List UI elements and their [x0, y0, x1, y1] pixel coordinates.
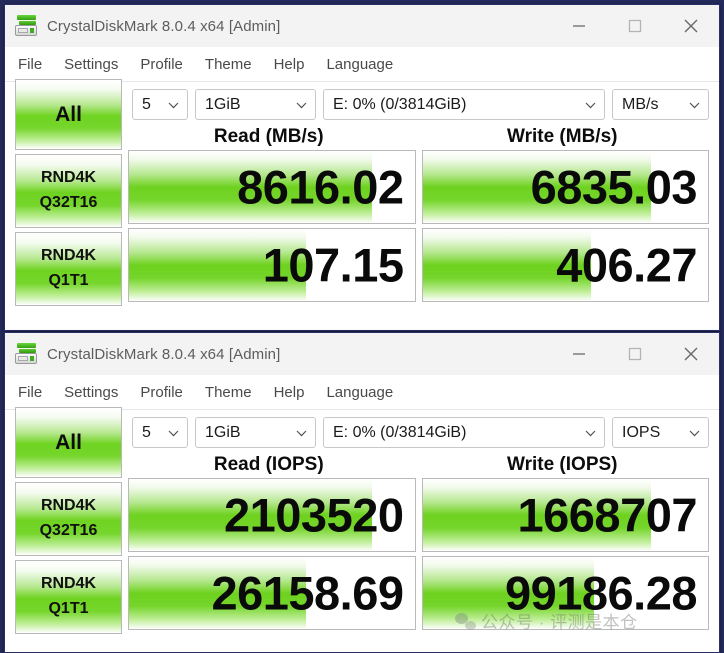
- row-label-rnd4k-q32t16[interactable]: RND4K Q32T16: [15, 154, 122, 228]
- all-button[interactable]: All: [15, 407, 122, 478]
- row-label-line1: RND4K: [40, 247, 97, 265]
- row-label-line1: RND4K: [40, 497, 97, 515]
- close-icon[interactable]: [663, 333, 719, 375]
- result-cell-read-rnd4k-q1t1: 26158.69: [128, 556, 416, 630]
- window-body: 5 1GiB E: 0% (0/3814GiB): [5, 79, 719, 315]
- menu-item-language[interactable]: Language: [326, 56, 393, 73]
- window-controls: [551, 333, 719, 375]
- crystaldiskmark-window-iops[interactable]: CrystalDiskMark 8.0.4 x64 [Admin] File S…: [4, 332, 720, 653]
- drive-select-value: E: 0% (0/3814GiB): [333, 95, 467, 113]
- window-title: CrystalDiskMark 8.0.4 x64 [Admin]: [47, 17, 281, 35]
- test-count-dropdown[interactable]: 5: [132, 89, 188, 120]
- unit-select-dropdown[interactable]: IOPS: [612, 417, 709, 448]
- result-value: 107.15: [262, 238, 404, 292]
- drive-select-dropdown[interactable]: E: 0% (0/3814GiB): [323, 89, 605, 120]
- test-count-dropdown[interactable]: 5: [132, 417, 188, 448]
- chevron-down-icon: [168, 424, 179, 442]
- result-value: 406.27: [556, 238, 697, 292]
- test-size-dropdown[interactable]: 1GiB: [195, 89, 316, 120]
- close-icon[interactable]: [663, 5, 719, 47]
- menu-item-settings[interactable]: Settings: [64, 56, 118, 73]
- all-button-label: All: [55, 430, 82, 454]
- crystaldiskmark-disk-icon: [15, 343, 37, 365]
- minimize-icon[interactable]: [551, 5, 607, 47]
- result-cell-write-rnd4k-q32t16: 1668707: [421, 478, 709, 552]
- crystaldiskmark-window-mbs[interactable]: CrystalDiskMark 8.0.4 x64 [Admin] File S…: [4, 4, 720, 331]
- result-cell-write-rnd4k-q32t16: 6835.03: [421, 150, 709, 224]
- result-cell-read-rnd4k-q32t16: 8616.02: [128, 150, 416, 224]
- row-label-line2: Q32T16: [39, 522, 98, 539]
- row-label-rnd4k-q1t1[interactable]: RND4K Q1T1: [15, 232, 122, 306]
- menu-item-file[interactable]: File: [18, 56, 42, 73]
- test-count-value: 5: [142, 95, 151, 113]
- result-cell-write-rnd4k-q1t1: 406.27: [421, 228, 709, 302]
- minimize-icon[interactable]: [551, 333, 607, 375]
- maximize-icon[interactable]: [607, 5, 663, 47]
- result-value: 1668707: [517, 488, 698, 542]
- result-value: 2103520: [224, 488, 404, 542]
- desktop-background: CrystalDiskMark 8.0.4 x64 [Admin] File S…: [0, 0, 724, 653]
- row-label-line2: Q1T1: [48, 600, 89, 617]
- row-label-line1: RND4K: [40, 575, 97, 593]
- all-button[interactable]: All: [15, 79, 122, 150]
- result-value: 99186.28: [504, 566, 698, 620]
- chevron-down-icon: [296, 424, 307, 442]
- chevron-down-icon: [689, 96, 700, 114]
- menu-item-profile[interactable]: Profile: [140, 56, 183, 73]
- menu-item-theme[interactable]: Theme: [205, 56, 252, 73]
- menu-bar[interactable]: File Settings Profile Theme Help Languag…: [5, 375, 719, 410]
- drive-select-dropdown[interactable]: E: 0% (0/3814GiB): [323, 417, 605, 448]
- maximize-icon[interactable]: [607, 333, 663, 375]
- title-bar[interactable]: CrystalDiskMark 8.0.4 x64 [Admin]: [5, 5, 719, 47]
- column-header-read: Read (IOPS): [213, 453, 324, 475]
- row-label-rnd4k-q32t16[interactable]: RND4K Q32T16: [15, 482, 122, 556]
- row-label-line1: RND4K: [40, 169, 97, 187]
- result-cell-read-rnd4k-q32t16: 2103520: [128, 478, 416, 552]
- all-button-label: All: [55, 102, 82, 126]
- menu-item-file[interactable]: File: [18, 384, 42, 401]
- chevron-down-icon: [585, 424, 596, 442]
- column-header-read: Read (MB/s): [213, 125, 324, 147]
- menu-item-help[interactable]: Help: [274, 56, 305, 73]
- window-body: 5 1GiB E: 0% (0/3814GiB): [5, 407, 719, 643]
- result-value: 26158.69: [211, 566, 404, 620]
- unit-select-value: MB/s: [622, 95, 659, 113]
- result-value: 6835.03: [530, 160, 698, 214]
- menu-bar[interactable]: File Settings Profile Theme Help Languag…: [5, 47, 719, 82]
- unit-select-dropdown[interactable]: MB/s: [612, 89, 709, 120]
- row-label-line2: Q32T16: [39, 194, 98, 211]
- test-size-value: 1GiB: [205, 95, 241, 113]
- row-label-line2: Q1T1: [48, 272, 89, 289]
- result-value: 8616.02: [237, 160, 404, 214]
- menu-item-language[interactable]: Language: [326, 384, 393, 401]
- crystaldiskmark-disk-icon: [15, 15, 37, 37]
- menu-item-profile[interactable]: Profile: [140, 384, 183, 401]
- drive-select-value: E: 0% (0/3814GiB): [333, 423, 467, 441]
- result-cell-read-rnd4k-q1t1: 107.15: [128, 228, 416, 302]
- menu-item-help[interactable]: Help: [274, 384, 305, 401]
- chevron-down-icon: [585, 96, 596, 114]
- chevron-down-icon: [168, 96, 179, 114]
- test-count-value: 5: [142, 423, 151, 441]
- menu-item-theme[interactable]: Theme: [205, 384, 252, 401]
- row-label-rnd4k-q1t1[interactable]: RND4K Q1T1: [15, 560, 122, 634]
- title-bar[interactable]: CrystalDiskMark 8.0.4 x64 [Admin]: [5, 333, 719, 375]
- menu-item-settings[interactable]: Settings: [64, 384, 118, 401]
- test-size-dropdown[interactable]: 1GiB: [195, 417, 316, 448]
- column-header-write: Write (MB/s): [507, 125, 618, 147]
- chevron-down-icon: [689, 424, 700, 442]
- result-cell-write-rnd4k-q1t1: 99186.28: [421, 556, 709, 630]
- chevron-down-icon: [296, 96, 307, 114]
- unit-select-value: IOPS: [622, 423, 661, 441]
- window-controls: [551, 5, 719, 47]
- window-title: CrystalDiskMark 8.0.4 x64 [Admin]: [47, 345, 281, 363]
- column-header-write: Write (IOPS): [507, 453, 618, 475]
- test-size-value: 1GiB: [205, 423, 241, 441]
